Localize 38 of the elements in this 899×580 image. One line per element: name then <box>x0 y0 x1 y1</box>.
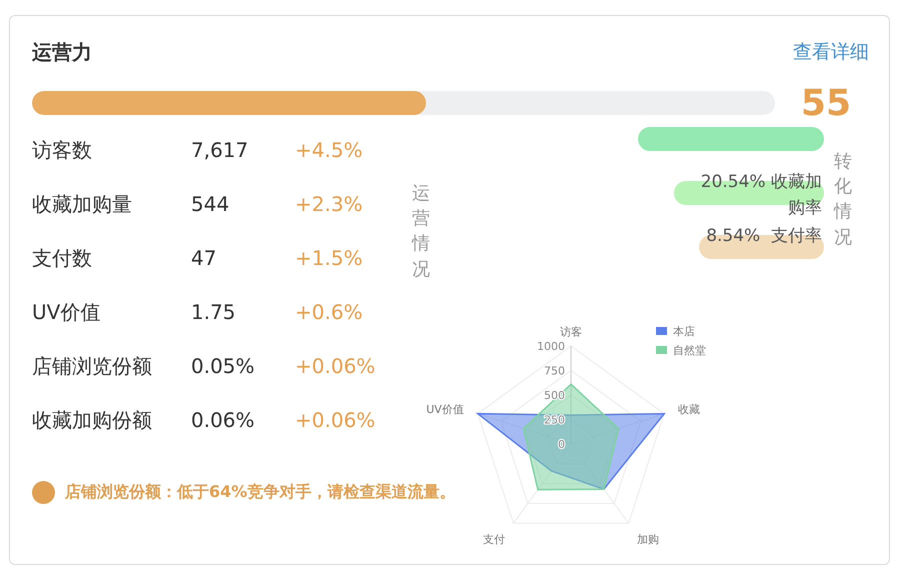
metric-value: 47 <box>191 246 218 270</box>
score-value: 55 <box>800 82 851 124</box>
funnel-rate-label: 20.54% 收藏加购率 <box>700 171 822 220</box>
metric-value: 1.75 <box>191 300 237 324</box>
metric-value: 544 <box>191 192 230 216</box>
metric-value: 0.05% <box>191 354 256 378</box>
tick-label: 750 <box>544 364 565 378</box>
axis-label: 加购 <box>637 533 660 546</box>
tick-label: 0 <box>558 438 565 451</box>
metric-value: 7,617 <box>191 138 250 162</box>
metric-change: +0.06% <box>295 354 376 378</box>
view-details-link[interactable]: 查看详细 <box>793 39 869 65</box>
metric-label: 收藏加购量 <box>32 190 133 218</box>
metric-label: 收藏加购份额 <box>32 406 153 434</box>
metric-change: +0.6% <box>295 300 364 324</box>
funnel-rate-label: 8.54% 支付率 <box>705 225 822 248</box>
warning-dot-icon <box>32 481 55 504</box>
funnel-label: 转化情况 <box>834 150 852 250</box>
metric-change: +4.5% <box>295 138 364 162</box>
metric-value: 0.06% <box>191 408 256 432</box>
metric-change: +0.06% <box>295 408 376 432</box>
tip-text: 店铺浏览份额：低于64%竞争对手，请检查渠道流量。 <box>65 482 456 503</box>
tick-label: 1000 <box>537 340 565 353</box>
metric-change: +2.3% <box>295 192 364 216</box>
metric-label: 支付数 <box>32 244 93 272</box>
metric-label: UV价值 <box>32 298 102 326</box>
section-label: 运营情况 <box>412 182 430 282</box>
tick-label: 250 <box>544 414 565 426</box>
metric-label: 店铺浏览份额 <box>32 352 153 380</box>
legend-label: 自然堂 <box>673 344 706 357</box>
axis-label: 支付 <box>482 533 505 546</box>
metric-label: 访客数 <box>32 136 93 164</box>
axis-label: UV价值 <box>426 403 464 416</box>
legend-label: 本店 <box>673 325 695 338</box>
axis-label: 收藏 <box>678 403 700 416</box>
axis-label: 访客 <box>560 325 582 338</box>
metric-change: +1.5% <box>295 246 364 270</box>
card-title: 运营力 <box>32 38 92 66</box>
